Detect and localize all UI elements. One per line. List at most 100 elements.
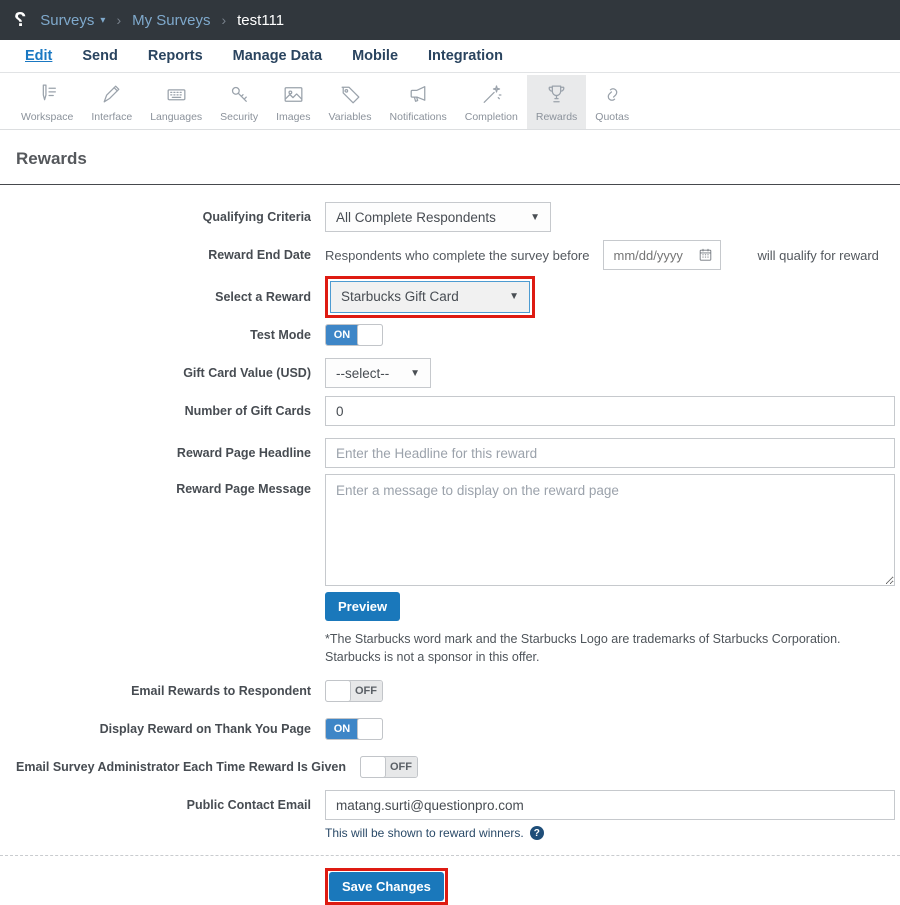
- public-contact-email-input[interactable]: [325, 790, 895, 820]
- display-reward-row: Display Reward on Thank You Page ON: [16, 718, 895, 740]
- rewards-settings-panel: Rewards Qualifying Criteria All Complete…: [0, 149, 900, 905]
- gift-card-value-select[interactable]: --select-- ▼: [325, 358, 431, 388]
- tab-integration[interactable]: Integration: [413, 48, 518, 64]
- preview-row: Preview: [16, 592, 895, 621]
- chevron-down-icon: ▼: [410, 368, 420, 379]
- toggle-on-label: ON: [326, 325, 358, 345]
- toggle-knob: [325, 680, 351, 702]
- field-label: Reward End Date: [16, 248, 311, 262]
- tab-send[interactable]: Send: [67, 48, 132, 64]
- select-reward-row: Select a Reward Starbucks Gift Card ▼: [16, 276, 895, 318]
- reward-page-headline-row: Reward Page Headline: [16, 438, 895, 468]
- save-changes-button[interactable]: Save Changes: [329, 872, 444, 901]
- toolbar-item-completion[interactable]: Completion: [456, 75, 527, 129]
- end-date-suffix-text: will qualify for reward: [758, 248, 879, 263]
- test-mode-row: Test Mode ON: [16, 324, 895, 346]
- toggle-on-label: ON: [326, 719, 358, 739]
- magic-wand-icon: [479, 82, 504, 107]
- email-admin-row: Email Survey Administrator Each Time Rew…: [16, 756, 895, 778]
- public-contact-email-helper: This will be shown to reward winners. ?: [325, 826, 895, 840]
- annotation-box-select-reward: Starbucks Gift Card ▼: [325, 276, 535, 318]
- toolbar-item-label: Languages: [150, 111, 202, 123]
- end-date-input-wrap: [603, 240, 721, 270]
- calendar-icon[interactable]: [698, 247, 713, 262]
- tab-reports[interactable]: Reports: [133, 48, 218, 64]
- breadcrumb-separator: ›: [221, 12, 226, 28]
- helper-text: This will be shown to reward winners.: [325, 826, 524, 840]
- toggle-off-label: OFF: [385, 757, 417, 777]
- end-date-prefix-text: Respondents who complete the survey befo…: [325, 248, 590, 263]
- display-reward-toggle[interactable]: ON: [325, 718, 383, 740]
- gift-card-value-row: Gift Card Value (USD) --select-- ▼: [16, 358, 895, 388]
- toggle-knob: [360, 756, 386, 778]
- reward-page-headline-input[interactable]: [325, 438, 895, 468]
- field-label: Qualifying Criteria: [16, 210, 311, 224]
- toolbar-item-label: Interface: [91, 111, 132, 123]
- questionpro-logo[interactable]: ?: [14, 9, 26, 32]
- toolbar-item-label: Completion: [465, 111, 518, 123]
- breadcrumb-my-surveys[interactable]: My Surveys: [132, 12, 210, 29]
- main-tabs: Edit Send Reports Manage Data Mobile Int…: [0, 40, 900, 73]
- select-reward-select[interactable]: Starbucks Gift Card ▼: [330, 281, 530, 313]
- edit-toolbar: Workspace Interface Languages Security I…: [0, 73, 900, 130]
- toolbar-item-rewards[interactable]: Rewards: [527, 75, 586, 129]
- breadcrumb-separator: ›: [116, 12, 121, 28]
- toolbar-item-label: Variables: [329, 111, 372, 123]
- toolbar-item-quotas[interactable]: Quotas: [586, 75, 638, 129]
- pen-lines-icon: [35, 82, 60, 107]
- preview-button[interactable]: Preview: [325, 592, 400, 621]
- field-label: Public Contact Email: [16, 790, 311, 812]
- reward-page-message-textarea[interactable]: [325, 474, 895, 586]
- tab-mobile[interactable]: Mobile: [337, 48, 413, 64]
- field-label: Test Mode: [16, 328, 311, 342]
- email-admin-toggle[interactable]: OFF: [360, 756, 418, 778]
- field-label: Email Rewards to Respondent: [16, 684, 311, 698]
- breadcrumb-surveys[interactable]: Surveys: [40, 12, 94, 29]
- toolbar-item-label: Rewards: [536, 111, 577, 123]
- number-of-gift-cards-input[interactable]: [325, 396, 895, 426]
- reward-page-message-row: Reward Page Message: [16, 474, 895, 586]
- trophy-icon: [544, 82, 569, 107]
- toolbar-item-label: Notifications: [390, 111, 447, 123]
- field-label: Email Survey Administrator Each Time Rew…: [16, 760, 346, 774]
- toolbar-item-security[interactable]: Security: [211, 75, 267, 129]
- tab-edit[interactable]: Edit: [10, 48, 67, 64]
- field-label: Number of Gift Cards: [16, 404, 311, 418]
- tab-manage-data[interactable]: Manage Data: [218, 48, 337, 64]
- toolbar-item-interface[interactable]: Interface: [82, 75, 141, 129]
- chevron-down-icon: ▼: [530, 212, 540, 223]
- key-icon: [227, 82, 252, 107]
- toggle-knob: [357, 718, 383, 740]
- selected-value: --select--: [336, 366, 389, 381]
- pen-icon: [99, 82, 124, 107]
- public-contact-email-row: Public Contact Email This will be shown …: [16, 790, 895, 840]
- toolbar-item-images[interactable]: Images: [267, 75, 319, 129]
- qualifying-criteria-select[interactable]: All Complete Respondents ▼: [325, 202, 551, 232]
- toolbar-item-workspace[interactable]: Workspace: [12, 75, 82, 129]
- breadcrumb-survey-name: test111: [237, 12, 284, 29]
- chevron-down-icon[interactable]: ▾: [100, 15, 105, 26]
- footer-divider: [0, 855, 900, 856]
- picture-icon: [281, 82, 306, 107]
- selected-value: All Complete Respondents: [336, 210, 496, 225]
- toolbar-item-label: Workspace: [21, 111, 73, 123]
- topbar: ? Surveys ▾ › My Surveys › test111: [0, 0, 900, 40]
- test-mode-toggle[interactable]: ON: [325, 324, 383, 346]
- page-title: Rewards: [16, 149, 895, 169]
- toolbar-item-label: Security: [220, 111, 258, 123]
- starbucks-disclaimer-text: *The Starbucks word mark and the Starbuc…: [325, 631, 895, 666]
- tag-icon: [338, 82, 363, 107]
- toggle-off-label: OFF: [350, 681, 382, 701]
- field-label: Display Reward on Thank You Page: [16, 722, 311, 736]
- disclaimer-row: *The Starbucks word mark and the Starbuc…: [16, 631, 895, 666]
- toolbar-item-variables[interactable]: Variables: [320, 75, 381, 129]
- toggle-knob: [357, 324, 383, 346]
- toolbar-item-languages[interactable]: Languages: [141, 75, 211, 129]
- field-label: Gift Card Value (USD): [16, 366, 311, 380]
- reward-end-date-row: Reward End Date Respondents who complete…: [16, 240, 895, 270]
- email-rewards-toggle[interactable]: OFF: [325, 680, 383, 702]
- heading-divider: [0, 184, 900, 185]
- toolbar-item-notifications[interactable]: Notifications: [381, 75, 456, 129]
- megaphone-icon: [406, 82, 431, 107]
- help-icon[interactable]: ?: [530, 826, 544, 840]
